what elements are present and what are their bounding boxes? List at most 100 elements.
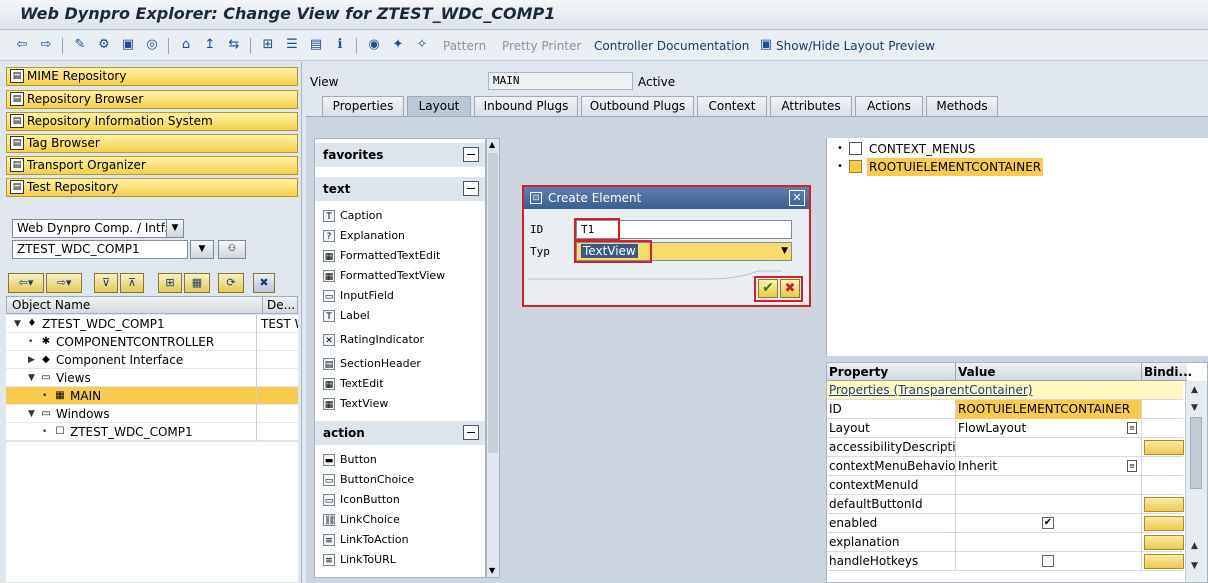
palette-group-favorites[interactable]: favorites [315,143,485,167]
palette-item-ratingindicator[interactable]: ✕ RatingIndicator [323,331,424,349]
palette-item-formattedtextedit[interactable]: ▦ FormattedTextEdit [323,247,440,265]
binding-button[interactable] [1144,497,1184,512]
edit-pencil-icon[interactable]: ✎ [72,37,88,53]
nav-button-tag-browser[interactable]: ▤ Tag Browser [6,134,298,153]
scroll-up-icon[interactable]: ▲ [1191,541,1198,551]
column-property[interactable]: Property [829,363,888,381]
palette-item-textview[interactable]: ▦ TextView [323,395,388,413]
palette-item-buttonchoice[interactable]: ▭ ButtonChoice [323,471,414,489]
expand-right-icon[interactable]: ▶ [28,351,35,369]
palette-item-iconbutton[interactable]: ▭ IconButton [323,491,400,509]
palette-item-inputfield[interactable]: ▭ InputField [323,287,394,305]
nav-button-mime-repository[interactable]: ▤ MIME Repository [6,67,298,86]
property-value[interactable] [955,533,1141,552]
property-section-title[interactable]: Properties (TransparentContainer) [829,381,1033,399]
property-value[interactable]: Inherit ≡ [955,457,1141,476]
column-object-name[interactable]: Object Name [12,297,90,313]
tab-actions[interactable]: Actions [855,96,923,116]
context-node[interactable]: • ROOTUIELEMENTCONTAINER [837,158,1197,176]
minimize-icon[interactable] [463,181,479,196]
forward-arrow-icon[interactable]: ⇨ [38,37,54,53]
object-list-icon[interactable]: ☰ [284,37,300,53]
info-icon[interactable]: ℹ [332,37,348,53]
nav-button-repository-information-system[interactable]: ▤ Repository Information System [6,112,298,131]
tab-methods[interactable]: Methods [926,96,998,116]
check-icon[interactable]: ⌂ [178,37,194,53]
tree-row[interactable]: ▼ ▭ Windows [6,405,298,423]
binding-button[interactable] [1144,535,1184,550]
hierarchy-icon[interactable]: ⊞ [260,37,276,53]
display-glasses-icon[interactable]: ⚇ [218,240,246,259]
controller-documentation-button[interactable]: Controller Documentation [594,39,749,53]
property-scrollbar[interactable]: ▲ ▼ ▲ ▼ [1185,381,1207,582]
hierarchy-icon[interactable]: ⊞ [158,273,182,293]
navigate-icon[interactable]: ⇆ [226,37,242,53]
checked-checkbox-icon[interactable]: ✔ [1042,517,1054,529]
back-arrow-icon[interactable]: ⇦ [14,37,30,53]
property-value[interactable]: FlowLayout ≡ [955,419,1141,438]
select-dropdown-icon[interactable]: ≡ [1127,460,1137,472]
close-icon[interactable]: ✖ [253,273,275,293]
pattern-button[interactable]: Pattern [443,39,486,53]
where-used-icon[interactable]: ↥ [202,37,218,53]
palette-item-button[interactable]: ▬ Button [323,451,377,469]
property-value[interactable] [955,552,1141,571]
expand-down-icon[interactable]: ▼ [28,405,35,423]
property-value[interactable]: ✔ [955,514,1141,533]
display-change-icon[interactable]: ⚙ [96,37,112,53]
tab-layout[interactable]: Layout [407,96,471,116]
pretty-printer-button[interactable]: Pretty Printer [502,39,581,53]
palette-group-text[interactable]: text [315,177,485,201]
palette-scrollbar[interactable]: ▲ ▼ [486,138,500,578]
palette-item-sectionheader[interactable]: ▤ SectionHeader [323,355,421,373]
expand-icon[interactable]: ⊼ [120,273,144,293]
property-value[interactable]: ROOTUIELEMENTCONTAINER [955,400,1141,419]
object-type-select[interactable]: Web Dynpro Comp. / Intf. [12,219,170,238]
unchecked-checkbox-icon[interactable] [1042,555,1054,567]
nav-button-transport-organizer[interactable]: ▤ Transport Organizer [6,156,298,175]
property-value[interactable] [955,476,1141,495]
minimize-icon[interactable] [463,425,479,440]
back-nav-icon[interactable]: ⇦▾ [8,273,44,293]
tab-properties[interactable]: Properties [322,96,404,116]
palette-item-linktoaction[interactable]: ≡ LinkToAction [323,531,409,549]
palette-item-caption[interactable]: T Caption [323,207,382,225]
object-name-input[interactable]: ZTEST_WDC_COMP1 [12,240,188,259]
scroll-up-icon[interactable]: ▲ [489,140,495,149]
palette-item-textedit[interactable]: ▦ TextEdit [323,375,384,393]
collapse-icon[interactable]: ⊽ [94,273,118,293]
table-icon[interactable]: ▤ [308,37,324,53]
expand-down-icon[interactable]: ▼ [28,369,35,387]
tree-row[interactable]: • ☐ ZTEST_WDC_COMP1 [6,423,298,441]
property-value[interactable] [955,495,1141,514]
grid-icon[interactable]: ▦ [184,273,210,293]
binding-button[interactable] [1144,516,1184,531]
context-node[interactable]: • CONTEXT_MENUS [837,140,1197,158]
expand-down-icon[interactable]: ▼ [14,315,21,333]
scroll-up-icon[interactable]: ▼ [1191,403,1198,413]
palette-item-explanation[interactable]: ? Explanation [323,227,405,245]
scroll-down-icon[interactable]: ▼ [1191,561,1198,571]
refresh-icon[interactable]: ⟳ [218,273,244,293]
property-value[interactable] [955,438,1141,457]
column-value[interactable]: Value [955,363,1141,381]
chevron-down-icon[interactable]: ▼ [781,243,788,260]
tree-row[interactable]: ▶ ◆ Component Interface [6,351,298,369]
tree-row[interactable]: • ▦ MAIN [6,387,298,405]
tree-row[interactable]: ▼ ▭ Views [6,369,298,387]
other-object-icon[interactable]: ▣ [120,37,136,53]
show-hide-layout-preview-button[interactable]: Show/Hide Layout Preview [776,39,935,53]
palette-item-formattedtextview[interactable]: ▦ FormattedTextView [323,267,445,285]
chevron-down-icon[interactable]: ▼ [166,219,184,238]
nav-button-test-repository[interactable]: ▤ Test Repository [6,178,298,197]
scroll-down-icon[interactable]: ▼ [489,566,495,575]
forward-nav-icon[interactable]: ⇨▾ [46,273,82,293]
test-icon[interactable]: ◉ [366,37,382,53]
tab-outbound-plugs[interactable]: Outbound Plugs [581,96,694,116]
palette-group-action[interactable]: action [315,421,485,445]
tree-row[interactable]: ▼ ♦ ZTEST_WDC_COMP1 TEST W [6,315,298,333]
nav-button-repository-browser[interactable]: ▤ Repository Browser [6,90,298,109]
chevron-down-icon[interactable]: ▼ [190,240,214,259]
scroll-up-icon[interactable]: ▲ [1191,385,1198,395]
column-binding[interactable]: Bindi... [1141,363,1192,381]
